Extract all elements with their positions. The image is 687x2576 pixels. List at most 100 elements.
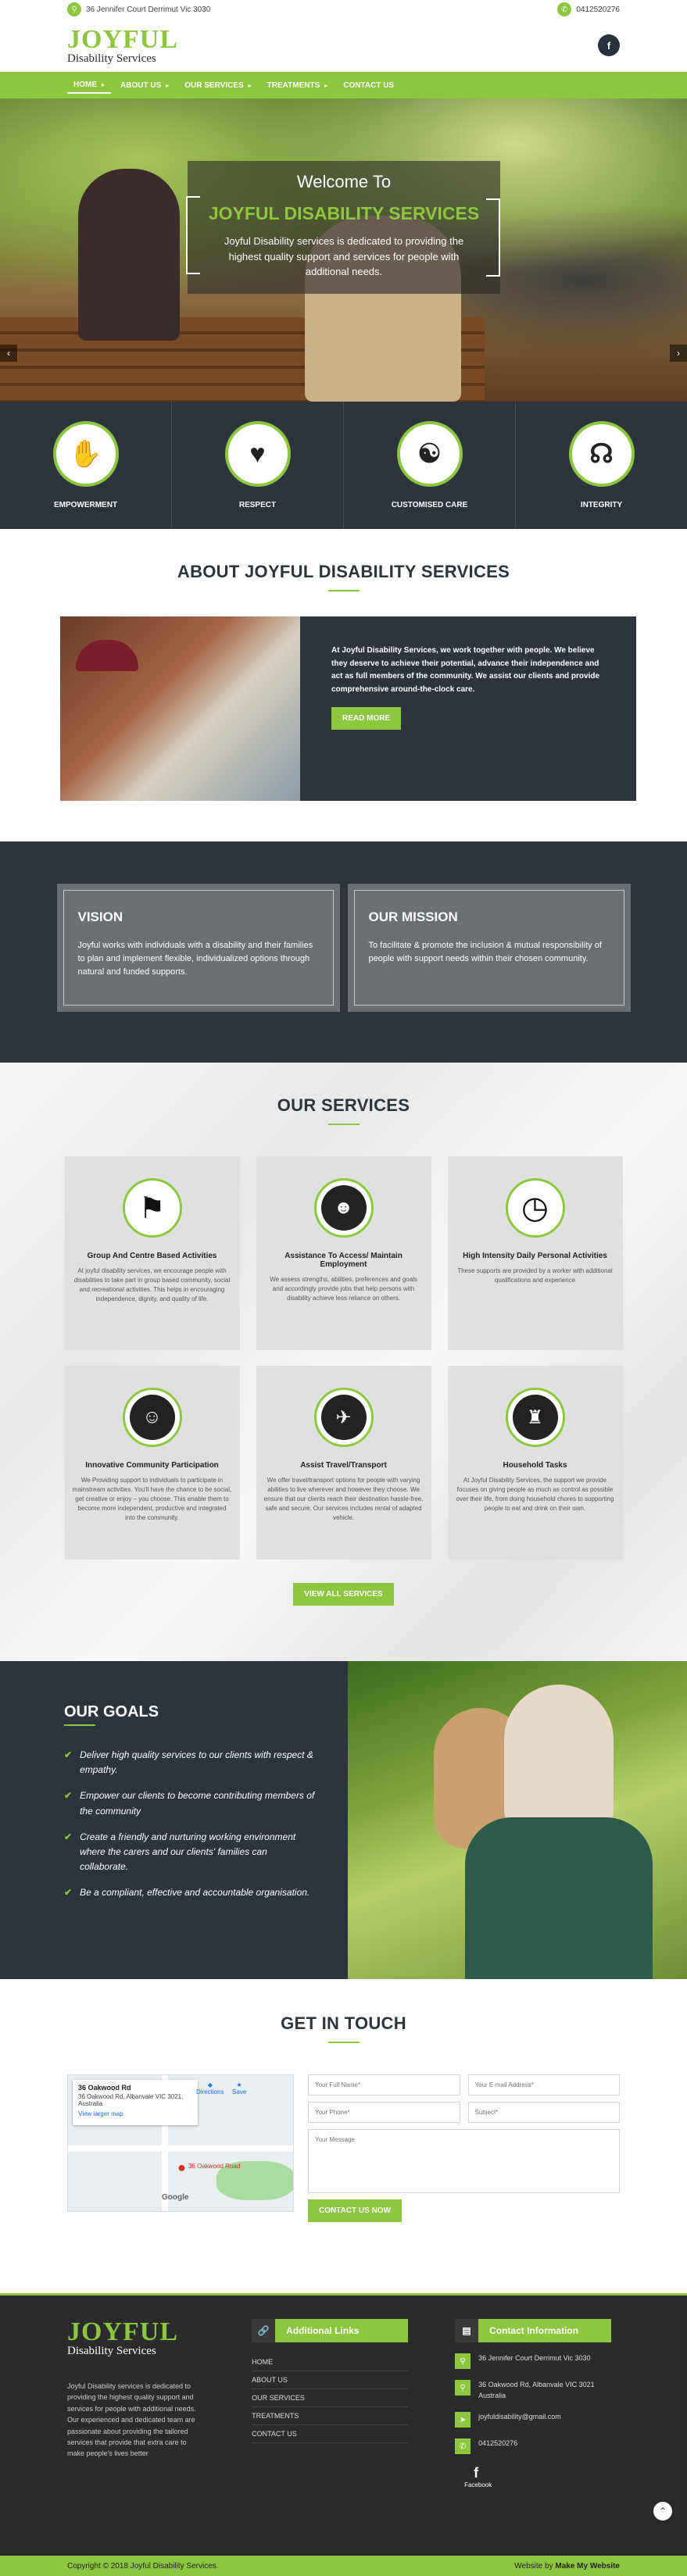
contact-text: 36 Oakwood Rd, Albanvale VIC 3021 Austra… <box>478 2381 595 2399</box>
links-title: Additional Links <box>286 2325 360 2336</box>
mission-title: OUR MISSION <box>368 909 458 924</box>
directions-icon: ◆ <box>207 2081 213 2088</box>
contact-us-now-button[interactable]: CONTACT US NOW <box>308 2199 403 2222</box>
about-box: At Joyful Disability Services, we work t… <box>300 616 636 801</box>
nav-home[interactable]: HOME ▸ <box>67 77 112 94</box>
next-arrow-icon[interactable]: › <box>670 345 687 362</box>
hero-person-image <box>78 169 180 341</box>
send-icon: ➤ <box>455 2412 471 2428</box>
check-icon: ✔ <box>64 1831 73 1842</box>
service-text: At Joyful Disability Services, the suppo… <box>456 1477 614 1512</box>
nav-label: OUR SERVICES <box>184 80 244 90</box>
nav-treatments[interactable]: TREATMENTS ▸ <box>261 78 335 93</box>
hands-care-icon: ☯ <box>396 421 463 487</box>
id-card-icon: ▤ <box>455 2319 479 2342</box>
nav-about[interactable]: ABOUT US ▸ <box>114 78 175 93</box>
subject-field[interactable] <box>467 2102 620 2123</box>
footer-link-services[interactable]: OUR SERVICES <box>252 2389 409 2407</box>
employee-icon: ☻ <box>320 1185 367 1231</box>
service-text: We Providing support to individuals to p… <box>72 1477 232 1521</box>
google-map[interactable]: 36 Oakwood Rd 36 Oakwood Rd, Albanvale V… <box>67 2074 294 2212</box>
nav-services[interactable]: OUR SERVICES ▸ <box>178 78 257 93</box>
mission-text: To facilitate & promote the inclusion & … <box>368 941 602 964</box>
title-underline <box>64 1724 95 1726</box>
footer-logo[interactable]: JOYFUL Disability Services <box>67 2319 205 2357</box>
nav-contact[interactable]: CONTACT US <box>337 78 400 93</box>
map-directions[interactable]: ◆ Directions <box>196 2081 224 2095</box>
facebook-icon: f <box>474 2465 479 2481</box>
hero-caption: Welcome To JOYFUL DISABILITY SERVICES Jo… <box>188 161 500 294</box>
chevron-icon: ▸ <box>324 81 328 89</box>
name-field[interactable] <box>308 2074 460 2095</box>
hero-frame-right <box>486 198 500 277</box>
read-more-button[interactable]: READ MORE <box>331 707 402 730</box>
hero-frame-left <box>186 196 200 274</box>
facebook-icon[interactable]: f <box>598 34 620 56</box>
title-underline <box>327 1124 360 1125</box>
footer-link-home[interactable]: HOME <box>252 2353 409 2371</box>
flag-icon: ⚑ <box>129 1185 175 1231</box>
footer-links-header: 🔗 Additional Links <box>252 2319 409 2342</box>
map-directions-label: Directions <box>196 2088 224 2095</box>
logo-main: JOYFUL <box>67 24 178 54</box>
service-icon-ring: ✈ <box>313 1388 374 1447</box>
email-field[interactable] <box>467 2074 620 2095</box>
footer-links: HOME ABOUT US OUR SERVICES TREATMENTS CO… <box>252 2353 409 2443</box>
prev-arrow-icon[interactable]: ‹ <box>0 345 17 362</box>
address-text: 36 Jennifer Court Derrimut Vic 3030 <box>86 5 211 14</box>
vision-text: Joyful works with individuals with a dis… <box>77 941 313 977</box>
contact-item[interactable]: ➤ joyfuldisability@gmail.com <box>455 2412 620 2428</box>
phone-field[interactable] <box>308 2102 460 2123</box>
service-card[interactable]: ◷ High Intensity Daily Personal Activiti… <box>447 1156 623 1350</box>
footer-link-treatments[interactable]: TREATMENTS <box>252 2407 409 2425</box>
phone-icon: ✆ <box>455 2438 471 2454</box>
footer-link-about[interactable]: ABOUT US <box>252 2371 409 2389</box>
view-all-services-button[interactable]: VIEW ALL SERVICES <box>293 1583 394 1606</box>
site-logo[interactable]: JOYFUL Disability Services <box>67 24 178 65</box>
goals-image <box>348 1661 687 1979</box>
footer-contact-header: ▤ Contact Information <box>455 2319 612 2342</box>
contact-item[interactable]: ✆ 0412520276 <box>455 2438 620 2454</box>
service-card[interactable]: ♜ Household Tasks At Joyful Disability S… <box>447 1366 623 1560</box>
goals-panel: OUR GOALS ✔ Deliver high quality services… <box>0 1661 348 1979</box>
map-marker-icon: ⚲ <box>67 2 81 16</box>
view-larger-map-link[interactable]: View larger map <box>78 2110 192 2117</box>
credit-label: Website by <box>514 2561 553 2571</box>
top-phone[interactable]: ✆ 0412520276 <box>557 2 620 16</box>
service-title: Group And Centre Based Activities <box>87 1252 217 1260</box>
nav-label: CONTACT US <box>343 80 395 90</box>
footer-link-contact[interactable]: CONTACT US <box>252 2425 409 2443</box>
service-text: We assess strengths, abilities, preferen… <box>270 1276 417 1302</box>
google-logo: Google <box>162 2193 189 2202</box>
map-place: 36 Oakwood Rd <box>78 2084 131 2092</box>
contact-text[interactable]: joyfuldisability@gmail.com <box>478 2412 561 2428</box>
mission-inner: OUR MISSION To facilitate & promote the … <box>353 890 624 1006</box>
vision-card: VISION Joyful works with individuals wit… <box>56 884 340 1012</box>
about-image <box>60 616 300 801</box>
nav-label: TREATMENTS <box>267 80 320 90</box>
service-title: Assist Travel/Transport <box>300 1461 387 1470</box>
service-icon-ring: ♜ <box>505 1388 565 1447</box>
title-underline <box>327 2042 360 2043</box>
message-field[interactable] <box>308 2129 620 2193</box>
service-card[interactable]: ✈ Assist Travel/Transport We offer trave… <box>256 1366 431 1560</box>
map-pin-label: 36 Oakwood Road <box>188 2163 241 2170</box>
service-card[interactable]: ⚑ Group And Centre Based Activities At j… <box>64 1156 240 1350</box>
contact-text[interactable]: 0412520276 <box>478 2438 517 2454</box>
credit[interactable]: Website by Make My Website <box>514 2562 620 2571</box>
hero-title: JOYFUL DISABILITY SERVICES <box>208 203 480 223</box>
link-icon: 🔗 <box>252 2319 276 2342</box>
mission-card: OUR MISSION To facilitate & promote the … <box>347 884 631 1012</box>
phone-icon: ✆ <box>557 2 572 16</box>
map-save[interactable]: ★ Save <box>232 2081 246 2095</box>
service-card[interactable]: ☺ Innovative Community Participation We … <box>64 1366 240 1560</box>
service-card[interactable]: ☻ Assistance To Access/ Maintain Employm… <box>256 1156 431 1350</box>
check-icon: ✔ <box>64 1790 73 1802</box>
phone-text[interactable]: 0412520276 <box>576 5 620 14</box>
footer: JOYFUL Disability Services Joyful Disabi… <box>0 2293 687 2556</box>
goal-item: ✔ Create a friendly and nurturing working… <box>64 1830 317 1875</box>
airplane-icon: ✈ <box>320 1395 367 1440</box>
people-heart-icon: ♥ <box>224 421 291 487</box>
footer-facebook[interactable]: f Facebook <box>464 2465 492 2488</box>
scroll-top-icon[interactable]: ⌃ <box>653 2502 672 2521</box>
